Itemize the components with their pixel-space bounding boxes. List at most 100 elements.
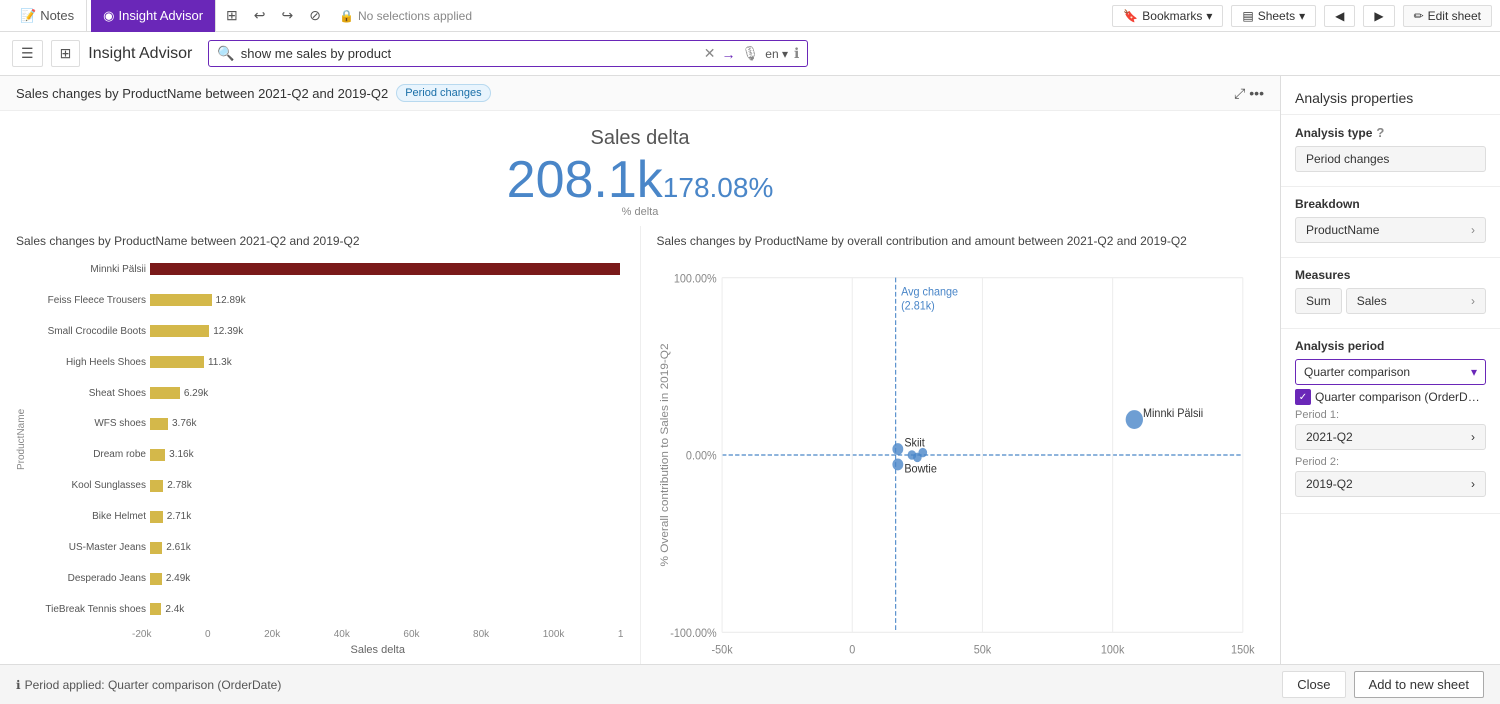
edit-sheet-label: Edit sheet [1428,9,1481,23]
period-badge: Period changes [396,84,490,102]
info-btn[interactable]: ℹ [794,45,799,62]
analysis-type-title: Analysis type ? [1295,125,1486,140]
sum-chip[interactable]: Sum [1295,288,1342,314]
bar-row: Feiss Fleece Trousers12.89k [36,291,624,309]
kpi-sub: % delta [0,206,1280,218]
no-selections-label: No selections applied [358,9,472,23]
x-axis-labels: -20k 0 20k 40k 60k 80k 100k 1 [16,629,624,640]
svg-text:100.00%: 100.00% [673,273,716,286]
period2-label: Period 2: [1295,456,1486,468]
main-area: Sales changes by ProductName between 202… [0,76,1500,664]
language-label: en [765,47,778,61]
bar-row: TieBreak Tennis shoes2.4k [36,600,624,618]
sheets-label: Sheets [1258,9,1295,23]
nav-prev-btn[interactable]: ◀ [1324,5,1355,27]
bar-row: US-Master Jeans2.61k [36,539,624,557]
search-input[interactable] [241,46,698,61]
scatter-chart-subtitle: Sales changes by ProductName by overall … [657,234,1265,248]
period1-label: Period 1: [1295,409,1486,421]
quarter-dropdown-item[interactable]: Quarter comparison (OrderD… [1315,390,1480,404]
search-icon: 🔍 [217,45,234,62]
language-btn[interactable]: en ▾ [765,47,788,61]
zoom-btn[interactable]: ⊞ [220,5,244,26]
search-bar: 🔍 ✕ → 🎙 en ▾ ℹ [208,40,808,67]
search-clear-btn[interactable]: ✕ [704,45,716,62]
scatter-point-minnki[interactable] [1125,410,1142,429]
breakdown-title: Breakdown [1295,197,1486,211]
selection-lock-btn[interactable]: ⊘ [303,5,327,26]
measures-section: Measures Sum Sales › [1281,258,1500,329]
edit-icon: ✏ [1414,9,1424,23]
svg-text:0.00%: 0.00% [685,450,716,463]
redo-btn[interactable]: ↪ [276,5,300,26]
bar-chart-y-axis: ProductName [16,254,32,625]
svg-text:Minnki Pälsii: Minnki Pälsii [1143,408,1203,421]
undo-btn[interactable]: ↩ [248,5,272,26]
analysis-period-section: Analysis period Quarter comparison ▾ ✓ Q… [1281,329,1500,514]
microphone-btn[interactable]: 🎙 [742,45,760,62]
topbar-actions: ⊞ ↩ ↪ ⊘ [220,5,327,26]
right-panel: Analysis properties Analysis type ? Peri… [1280,76,1500,664]
bar-row: WFS shoes3.76k [36,415,624,433]
product-name-chip[interactable]: ProductName › [1295,217,1486,243]
analysis-type-section: Analysis type ? Period changes [1281,115,1500,187]
bar-row: Minnki Pälsii [36,260,624,278]
notes-icon: 📝 [20,8,36,24]
period2-arrow: › [1471,477,1475,491]
left-panel-toggle[interactable]: ☰ [12,40,43,67]
expand-btn[interactable]: ⤢ [1234,85,1245,102]
scatter-chart-panel: Sales changes by ProductName by overall … [641,226,1281,664]
period2-row[interactable]: 2019-Q2 › [1295,471,1486,497]
search-submit-btn[interactable]: → [722,46,736,62]
lang-chevron: ▾ [782,47,788,61]
sheets-btn[interactable]: ▤ Sheets ▾ [1231,5,1316,27]
bar-row: Sheat Shoes6.29k [36,384,624,402]
svg-text:100k: 100k [1100,644,1124,656]
bar-row: Small Crocodile Boots12.39k [36,322,624,340]
scatter-svg: Avg change (2.81k) 100.00% 0.00% -100.00… [657,254,1265,656]
add-to-sheet-btn[interactable]: Add to new sheet [1354,671,1484,698]
sales-chip[interactable]: Sales › [1346,288,1486,314]
bar-chart-container: ProductName Minnki Pälsii Feiss Fleece Tr… [16,254,624,656]
insight-advisor-tab-label: Insight Advisor [119,8,204,23]
period1-row[interactable]: 2021-Q2 › [1295,424,1486,450]
analysis-period-title: Analysis period [1295,339,1486,353]
topbar-right: 🔖 Bookmarks ▾ ▤ Sheets ▾ ◀ ▶ ✏ Edit shee… [1112,5,1492,27]
insight-advisor-tab[interactable]: ◉ Insight Advisor [91,0,216,32]
kpi-label: Sales delta [0,127,1280,150]
bookmarks-btn[interactable]: 🔖 Bookmarks ▾ [1112,5,1223,27]
close-btn[interactable]: Close [1282,671,1345,698]
period1-arrow: › [1471,430,1475,444]
sheets-chevron: ▾ [1299,9,1305,23]
notes-label: Notes [40,8,74,23]
page-title: Insight Advisor [88,45,192,63]
svg-text:-50k: -50k [711,644,732,656]
bar-row: Kool Sunglasses2.78k [36,477,624,495]
svg-text:50k: 50k [973,644,991,656]
footer-right: Close Add to new sheet [1282,671,1484,698]
selection-lock-icon: 🔒 [339,9,354,23]
quarter-checkbox[interactable]: ✓ [1295,389,1311,405]
scatter-point-skiit[interactable] [892,443,903,455]
notes-tab[interactable]: 📝 Notes [8,0,87,32]
right-panel-toggle[interactable]: ⊞ [51,40,81,67]
help-icon[interactable]: ? [1376,125,1384,140]
scatter-point-3[interactable] [918,448,927,457]
svg-text:0: 0 [849,644,855,656]
svg-text:Avg change: Avg change [901,286,958,299]
edit-sheet-btn[interactable]: ✏ Edit sheet [1403,5,1492,27]
svg-text:(2.81k): (2.81k) [901,300,935,313]
chart-header: Sales changes by ProductName between 202… [0,76,1280,111]
more-btn[interactable]: ••• [1249,85,1264,102]
scatter-point-bowtie[interactable] [892,459,903,471]
kpi-value: 208.1k [507,151,663,209]
nav-next-btn[interactable]: ▶ [1363,5,1394,27]
period-changes-chip[interactable]: Period changes [1295,146,1486,172]
secondbar: ☰ ⊞ Insight Advisor 🔍 ✕ → 🎙 en ▾ ℹ [0,32,1500,76]
topbar: 📝 Notes ◉ Insight Advisor ⊞ ↩ ↪ ⊘ 🔒 No s… [0,0,1500,32]
bar-row: Bike Helmet2.71k [36,508,624,526]
info-icon: ℹ [16,678,21,692]
chart-header-actions: ⤢ ••• [1234,85,1264,102]
quarter-comparison-select[interactable]: Quarter comparison ▾ [1295,359,1486,385]
svg-text:Bowtie: Bowtie [904,463,937,476]
